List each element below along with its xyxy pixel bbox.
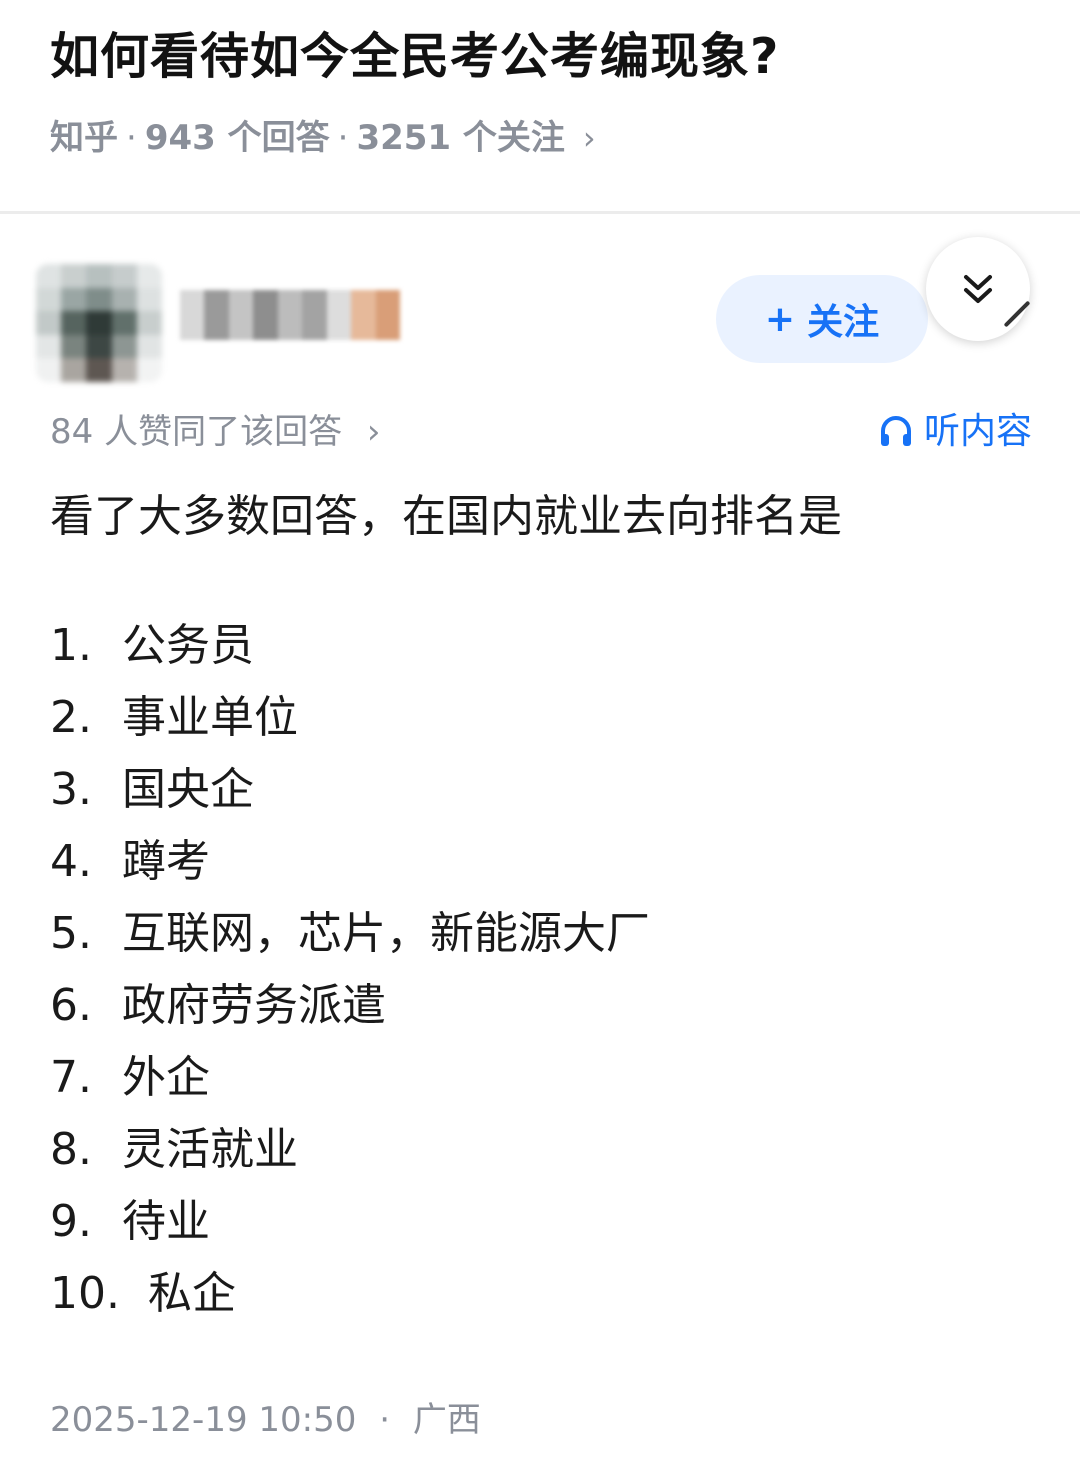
answer-footer: 2025-12-19 10:50 · 广西 xyxy=(50,1392,481,1448)
author-row: + 关注 xyxy=(0,237,1080,390)
question-meta[interactable]: 知乎 · 943 个回答 · 3251 个关注 › xyxy=(50,108,596,168)
post-location: 广西 xyxy=(412,1400,481,1440)
list-item: 3. 国央企 xyxy=(50,754,1030,826)
list-number: 3. xyxy=(50,764,92,815)
list-number: 2. xyxy=(50,692,92,743)
meta-separator: · xyxy=(337,118,349,158)
list-number: 5. xyxy=(50,908,92,959)
question-title[interactable]: 如何看待如今全民考公考编现象? xyxy=(50,22,779,92)
author-name[interactable] xyxy=(180,290,400,340)
list-number: 7. xyxy=(50,1052,92,1103)
answer-content: 看了大多数回答，在国内就业去向排名是 1. 公务员 2. 事业单位 3. 国央企 4.… xyxy=(50,482,1030,1330)
follow-button[interactable]: + 关注 xyxy=(716,275,928,363)
listen-button[interactable]: 听内容 xyxy=(878,404,1032,460)
list-number: 6. xyxy=(50,980,92,1031)
list-text: 政府劳务派遣 xyxy=(122,980,386,1031)
avatar[interactable] xyxy=(36,264,162,382)
headphones-icon xyxy=(880,416,911,446)
list-text: 私企 xyxy=(148,1268,236,1319)
list-text: 事业单位 xyxy=(122,692,298,743)
list-text: 蹲考 xyxy=(122,836,210,887)
collapse-button[interactable] xyxy=(926,237,1030,341)
list-item: 6. 政府劳务派遣 xyxy=(50,970,1030,1042)
chevron-right-icon: › xyxy=(582,119,596,157)
list-item: 7. 外企 xyxy=(50,1042,1030,1114)
list-item: 8. 灵活就业 xyxy=(50,1114,1030,1186)
list-item: 2. 事业单位 xyxy=(50,682,1030,754)
list-text: 国央企 xyxy=(122,764,254,815)
list-item: 4. 蹲考 xyxy=(50,826,1030,898)
vote-count[interactable]: 84 人赞同了该回答 › xyxy=(50,404,381,460)
list-text: 灵活就业 xyxy=(122,1124,298,1175)
vote-count-label: 84 人赞同了该回答 xyxy=(50,412,343,452)
source-label: 知乎 xyxy=(50,118,118,158)
list-text: 外企 xyxy=(122,1052,210,1103)
chevron-right-icon: › xyxy=(366,412,381,452)
plus-icon: + xyxy=(764,298,796,340)
answer-count: 943 个回答 xyxy=(144,118,330,158)
list-number: 8. xyxy=(50,1124,92,1175)
follower-count: 3251 个关注 xyxy=(356,118,565,158)
list-number: 10. xyxy=(50,1268,120,1319)
list-number: 1. xyxy=(50,620,92,671)
list-text: 待业 xyxy=(122,1196,210,1247)
list-number: 4. xyxy=(50,836,92,887)
post-datetime: 2025-12-19 10:50 xyxy=(50,1400,357,1440)
follow-label: 关注 xyxy=(807,302,880,343)
listen-label: 听内容 xyxy=(923,411,1032,452)
list-item: 10. 私企 xyxy=(50,1258,1030,1330)
ranking-list: 1. 公务员 2. 事业单位 3. 国央企 4. 蹲考 5. 互联网，芯片，新能源大厂 6… xyxy=(50,610,1030,1330)
double-chevron-down-icon xyxy=(964,275,992,303)
list-item: 1. 公务员 xyxy=(50,610,1030,682)
list-item: 9. 待业 xyxy=(50,1186,1030,1258)
question-header: 如何看待如今全民考公考编现象? 知乎 · 943 个回答 · 3251 个关注 … xyxy=(0,0,1080,214)
list-number: 9. xyxy=(50,1196,92,1247)
list-item: 5. 互联网，芯片，新能源大厂 xyxy=(50,898,1030,970)
answer-intro: 看了大多数回答，在国内就业去向排名是 xyxy=(50,491,842,542)
list-text: 互联网，芯片，新能源大厂 xyxy=(122,908,650,959)
list-text: 公务员 xyxy=(122,620,254,671)
meta-separator: · xyxy=(126,118,137,158)
footer-dot: · xyxy=(379,1400,391,1440)
